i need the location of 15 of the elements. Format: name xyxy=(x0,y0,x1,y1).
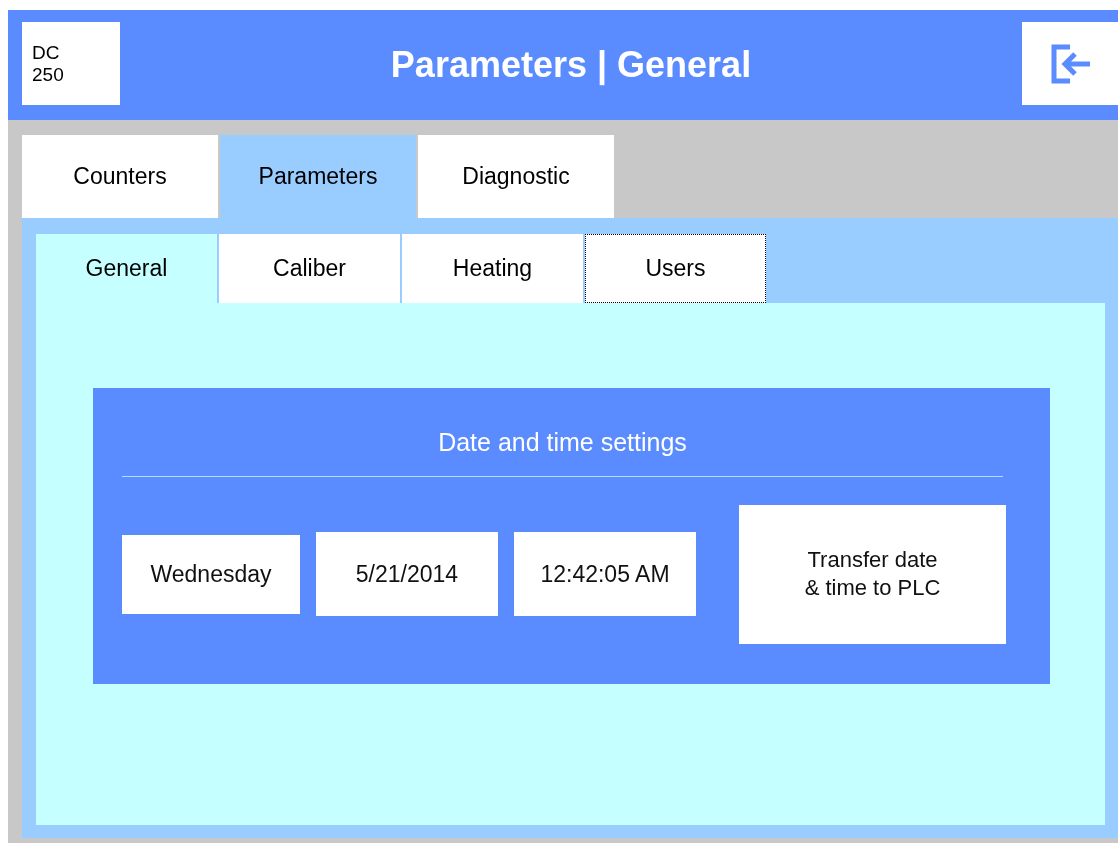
tab[interactable]: Parameters xyxy=(220,135,416,218)
readout-field: Wednesday xyxy=(122,534,300,614)
subtab[interactable]: Heating xyxy=(402,234,583,303)
tab[interactable]: Diagnostic xyxy=(418,135,614,218)
panel-title: Date and time settings xyxy=(437,427,688,458)
device-label: DC 250 xyxy=(22,22,120,105)
tab[interactable]: Counters xyxy=(22,135,218,218)
transfer-button[interactable]: Transfer date & time to PLC xyxy=(739,504,1006,644)
subtab[interactable]: Caliber xyxy=(219,234,400,303)
subtab[interactable]: General xyxy=(36,234,217,303)
page-title: Parameters | General xyxy=(390,43,752,88)
readout-field: 5/21/2014 xyxy=(316,532,498,616)
subtab[interactable]: Users xyxy=(585,234,766,303)
readout-field: 12:42:05 AM xyxy=(514,532,696,616)
exit-button[interactable] xyxy=(1022,22,1118,105)
